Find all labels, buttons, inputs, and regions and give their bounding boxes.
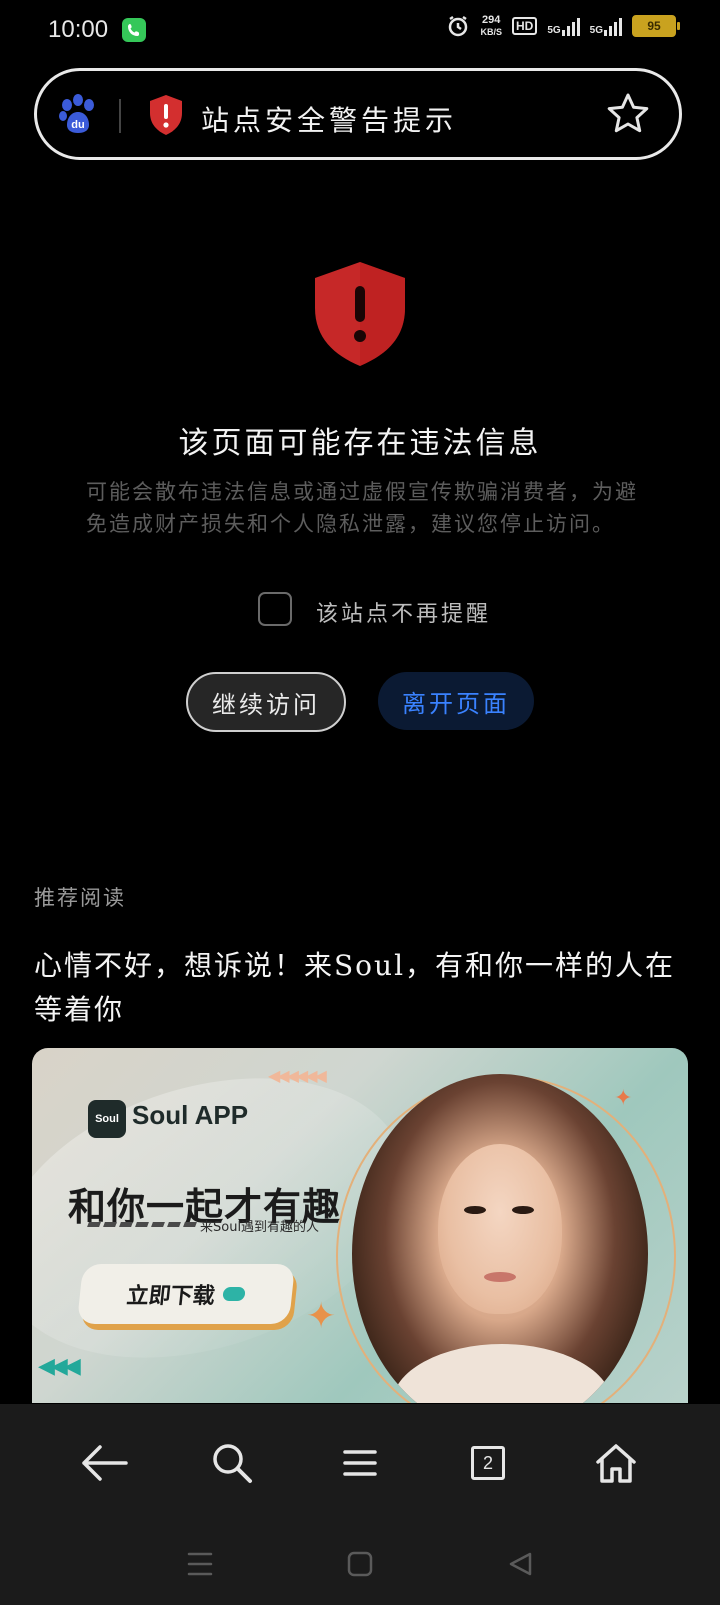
arrow-icon (222, 1287, 246, 1301)
menu-button[interactable] (330, 1433, 390, 1493)
phone-call-icon (122, 18, 146, 42)
search-button[interactable] (202, 1433, 262, 1493)
baidu-paw-icon[interactable]: du (57, 93, 99, 135)
battery-level: 95 (632, 15, 676, 37)
ad-banner[interactable]: ◀◀◀◀◀◀ Soul Soul APP 和你一起才有趣 来Soul遇到有趣的人… (32, 1048, 688, 1403)
dont-remind-checkbox[interactable] (258, 592, 292, 626)
soul-logo: Soul (88, 1100, 126, 1138)
warning-title: 该页面可能存在违法信息 (178, 426, 542, 461)
back-icon (82, 1445, 128, 1481)
dont-remind-label[interactable]: 该站点不再提醒 (316, 596, 491, 628)
status-time: 10:00 (48, 16, 109, 43)
tabs-button[interactable]: 2 (458, 1433, 518, 1493)
recommended-article-title[interactable]: 心情不好，想诉说！来Soul，有和你一样的人在等着你 (34, 944, 694, 1032)
warning-body: 可能会散布违法信息或通过虚假宣传欺骗消费者，为避免造成财产损失和个人隐私泄露，建… (86, 480, 638, 536)
signal-1-label: 5G (547, 25, 561, 36)
signal-1: 5G (547, 16, 580, 36)
sparkle-icon: ✦ (306, 1296, 337, 1337)
status-bar: 10:00 294 KB/S HD 5G 5G 95 (0, 0, 720, 64)
decor-dashes (87, 1222, 197, 1227)
ad-subline: 来Soul遇到有趣的人 (200, 1220, 320, 1235)
signal-2-label: 5G (589, 25, 603, 36)
warning-shield-large-icon (315, 262, 405, 366)
system-nav-bar (0, 1522, 720, 1605)
status-icons: 294 KB/S HD 5G 5G 95 (446, 14, 680, 38)
back-triangle-icon[interactable] (506, 1550, 534, 1578)
browser-toolbar: 2 (0, 1404, 720, 1522)
signal-2: 5G (590, 16, 622, 36)
signal-bars-icon (604, 16, 622, 36)
back-button[interactable] (74, 1433, 134, 1493)
search-icon (213, 1444, 252, 1483)
address-title[interactable]: 站点安全警告提示 (201, 99, 457, 139)
svg-text:du: du (71, 119, 84, 131)
ad-download-label: 立即下载 (125, 1284, 217, 1309)
tabs-icon: 2 (471, 1446, 505, 1480)
star-icon[interactable] (605, 91, 651, 137)
net-speed-value: 294 (482, 14, 501, 26)
soul-brand-name: Soul APP (132, 1100, 249, 1130)
sparkle-icon: ✦ (614, 1086, 633, 1111)
leave-page-button[interactable]: 离开页面 (378, 672, 534, 730)
recents-icon[interactable] (186, 1551, 214, 1577)
ad-download-button[interactable]: 立即下载 (76, 1264, 296, 1324)
decor-chevrons: ◀◀◀ (38, 1354, 81, 1379)
battery-icon: 95 (632, 15, 680, 37)
home-button[interactable] (586, 1433, 646, 1493)
hd-badge: HD (511, 17, 538, 35)
decor-arrows: ◀◀◀◀◀◀ (268, 1066, 327, 1085)
warning-shield-icon[interactable] (147, 93, 185, 137)
net-speed-unit: KB/S (480, 27, 502, 37)
net-speed: 294 KB/S (480, 14, 502, 38)
home-icon (596, 1444, 636, 1483)
address-separator (119, 99, 121, 133)
alarm-icon (449, 15, 468, 37)
recommended-section-label: 推荐阅读 (34, 886, 126, 910)
signal-bars-icon (561, 16, 580, 36)
address-bar[interactable]: du 站点安全警告提示 (34, 68, 682, 160)
menu-icon (343, 1450, 377, 1476)
home-square-icon[interactable] (346, 1550, 374, 1578)
continue-visit-button[interactable]: 继续访问 (186, 672, 346, 732)
